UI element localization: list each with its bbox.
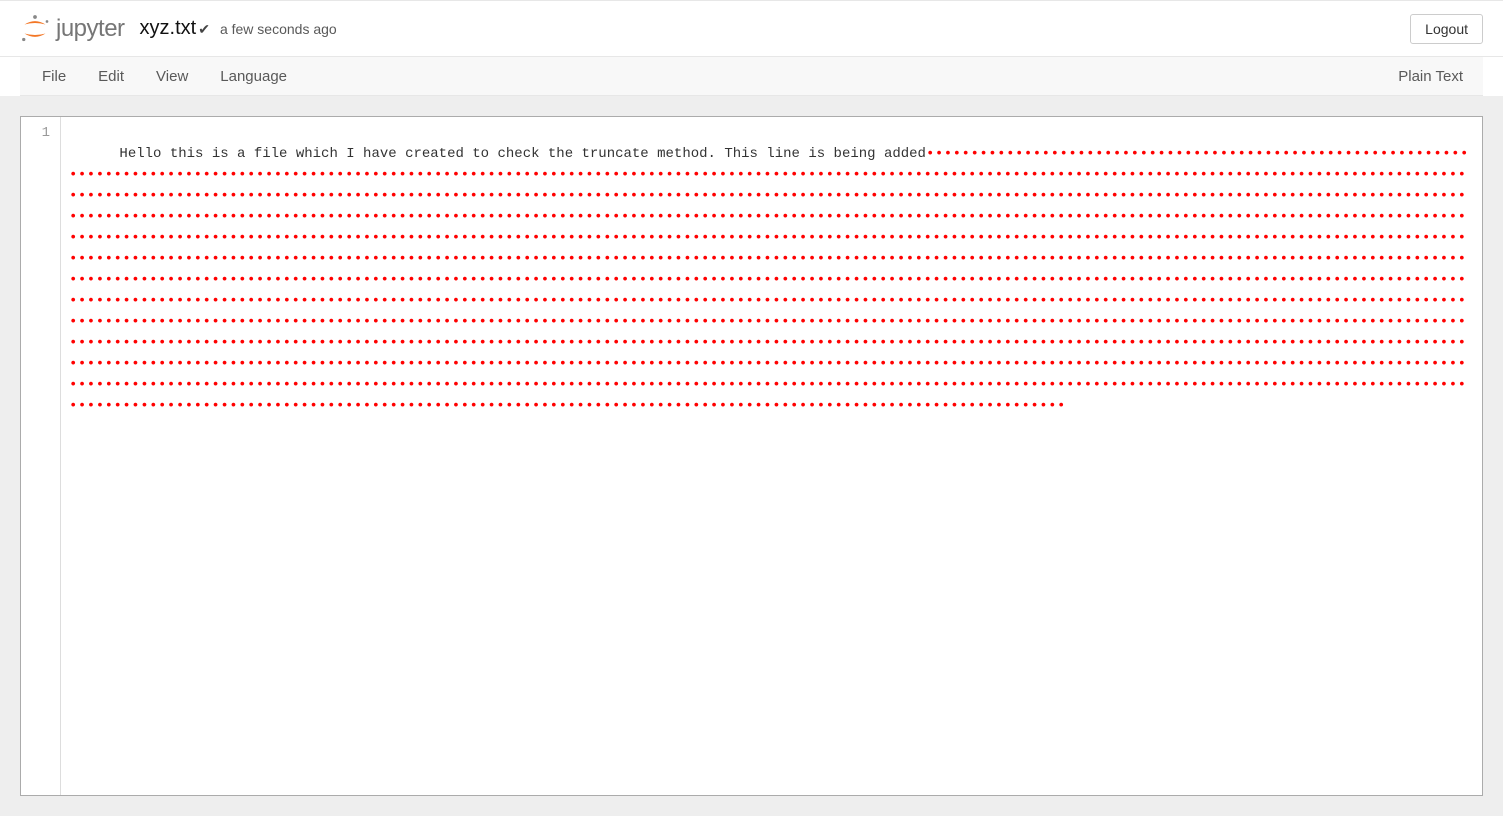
- content-wrapper: 1 Hello this is a file which I have crea…: [0, 96, 1503, 816]
- code-editor[interactable]: Hello this is a file which I have create…: [61, 117, 1482, 795]
- menu-language[interactable]: Language: [204, 57, 303, 95]
- menu-view[interactable]: View: [140, 57, 204, 95]
- saved-time: a few seconds ago: [220, 21, 337, 37]
- line-number: 1: [21, 123, 50, 144]
- logout-button[interactable]: Logout: [1410, 14, 1483, 44]
- trailing-space-markers: ••••••••••••••••••••••••••••••••••••••••…: [69, 146, 1469, 414]
- filename[interactable]: xyz.txt: [140, 17, 197, 40]
- menu-edit[interactable]: Edit: [82, 57, 140, 95]
- editor-panel: 1 Hello this is a file which I have crea…: [20, 116, 1483, 796]
- header-right: Logout: [1410, 14, 1483, 44]
- header: jupyter xyz.txt ✔ a few seconds ago Logo…: [0, 0, 1503, 57]
- saved-check-icon: ✔: [198, 21, 210, 38]
- line-number-gutter: 1: [21, 117, 61, 795]
- logo-text: jupyter: [56, 15, 125, 43]
- code-line: Hello this is a file which I have create…: [69, 123, 1474, 417]
- menu-file[interactable]: File: [40, 57, 82, 95]
- menubar: File Edit View Language Plain Text: [20, 57, 1483, 96]
- editor-mode[interactable]: Plain Text: [1398, 68, 1463, 85]
- jupyter-logo-icon: [20, 14, 50, 44]
- jupyter-logo[interactable]: jupyter: [20, 14, 125, 44]
